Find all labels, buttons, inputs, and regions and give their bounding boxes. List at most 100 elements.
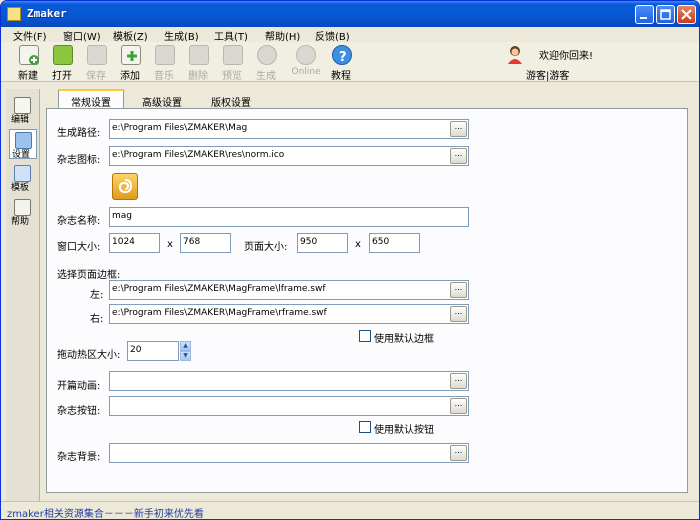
generate-icon: [257, 45, 277, 65]
save-disk-icon: [87, 45, 107, 65]
page-size-x: x: [355, 239, 361, 250]
title-bar[interactable]: Zmaker: [1, 1, 699, 27]
page-width-field[interactable]: 950: [297, 233, 348, 253]
use-default-buttons-label: 使用默认按钮: [374, 425, 434, 436]
sidebar-item-template[interactable]: 模板: [9, 163, 37, 193]
frame-right-browse-button[interactable]: ...: [450, 306, 467, 322]
mag-background-label: 杂志背景:: [57, 452, 101, 463]
tutorial-button[interactable]: ? 教程: [324, 44, 358, 82]
open-label: 打开: [52, 71, 72, 82]
generate-button[interactable]: 生成: [249, 44, 283, 82]
delete-button[interactable]: 删除: [181, 44, 215, 82]
hotzone-field[interactable]: 20: [127, 341, 179, 361]
output-path-field[interactable]: e:\Program Files\ZMAKER\Mag: [109, 119, 469, 139]
delete-label: 删除: [188, 71, 208, 82]
menu-feedback[interactable]: 反馈(B): [315, 28, 350, 43]
use-default-frame-checkbox[interactable]: [359, 330, 371, 342]
menu-help[interactable]: 帮助(H): [265, 28, 300, 43]
use-default-frame-label: 使用默认边框: [374, 334, 434, 345]
hotzone-spinner[interactable]: ▲ ▼: [180, 341, 191, 361]
intro-anim-field[interactable]: [109, 371, 469, 391]
frame-right-field[interactable]: e:\Program Files\ZMAKER\MagFrame\rframe.…: [109, 304, 469, 324]
status-bar: zmaker相关资源集合－－－新手初来优先看: [1, 501, 699, 519]
mag-name-field[interactable]: mag: [109, 207, 469, 227]
online-icon: [296, 45, 316, 65]
frame-right-label: 右:: [90, 314, 104, 325]
help-icon: ?: [332, 45, 352, 65]
tab-copyright[interactable]: 版权设置: [199, 91, 263, 109]
mag-icon-browse-button[interactable]: ...: [450, 148, 467, 164]
add-button[interactable]: 添加: [113, 44, 147, 82]
spinner-up-icon[interactable]: ▲: [180, 341, 191, 351]
mag-background-browse-button[interactable]: ...: [450, 445, 467, 461]
user-avatar-icon: [506, 45, 524, 65]
new-label: 新建: [18, 71, 38, 82]
window-width-field[interactable]: 1024: [109, 233, 160, 253]
preview-button[interactable]: 预览: [215, 44, 249, 82]
add-label: 添加: [120, 71, 140, 82]
menu-tools[interactable]: 工具(T): [214, 28, 248, 43]
sidebar-label-template: 模板: [11, 183, 30, 193]
music-button[interactable]: 音乐: [147, 44, 181, 82]
app-window: Zmaker 文件(F) 窗口(W) 模板(Z) 生成(B) 工具(T) 帮助(…: [0, 0, 700, 520]
spinner-down-icon[interactable]: ▼: [180, 351, 191, 361]
sidebar-item-help[interactable]: 帮助: [9, 197, 37, 227]
svg-text:?: ?: [339, 50, 347, 65]
mag-buttons-field[interactable]: [109, 396, 469, 416]
online-label: Online: [291, 67, 321, 77]
frame-left-browse-button[interactable]: ...: [450, 282, 467, 298]
tutorial-label: 教程: [331, 71, 351, 82]
sidebar: 编辑 设置 模板 帮助: [6, 89, 40, 501]
preview-star-icon: [223, 45, 243, 65]
music-note-icon: [155, 45, 175, 65]
open-folder-icon: [53, 45, 73, 65]
window-size-label: 窗口大小:: [57, 242, 101, 253]
sidebar-label-edit: 编辑: [11, 115, 30, 125]
mag-buttons-label: 杂志按钮:: [57, 406, 101, 417]
maximize-button[interactable]: [656, 5, 675, 24]
mag-icon-field[interactable]: e:\Program Files\ZMAKER\res\norm.ico: [109, 146, 469, 166]
status-link[interactable]: zmaker相关资源集合－－－新手初来优先看: [7, 505, 204, 519]
user-name[interactable]: 游客|游客: [526, 67, 569, 82]
save-button[interactable]: 保存: [79, 44, 113, 82]
open-button[interactable]: 打开: [45, 44, 79, 82]
page-size-label: 页面大小:: [244, 242, 288, 253]
output-path-browse-button[interactable]: ...: [450, 121, 467, 137]
menu-template[interactable]: 模板(Z): [113, 28, 148, 43]
generate-label: 生成: [256, 71, 276, 82]
sidebar-item-edit[interactable]: 编辑: [9, 95, 37, 125]
new-button[interactable]: 新建: [11, 44, 45, 82]
intro-anim-browse-button[interactable]: ...: [450, 373, 467, 389]
mag-icon-label: 杂志图标:: [57, 155, 101, 166]
sidebar-label-settings: 设置: [12, 150, 31, 160]
intro-anim-label: 开篇动画:: [57, 381, 101, 392]
mag-background-field[interactable]: [109, 443, 469, 463]
tab-advanced[interactable]: 高级设置: [130, 91, 194, 109]
sidebar-item-settings[interactable]: 设置: [9, 129, 37, 160]
page-height-field[interactable]: 650: [369, 233, 420, 253]
mag-buttons-browse-button[interactable]: ...: [450, 398, 467, 414]
tab-general[interactable]: 常规设置: [58, 89, 124, 110]
menu-bar: 文件(F) 窗口(W) 模板(Z) 生成(B) 工具(T) 帮助(H) 反馈(B…: [1, 27, 699, 43]
settings-panel: 生成路径: e:\Program Files\ZMAKER\Mag ... 杂志…: [46, 108, 688, 493]
close-icon: [681, 9, 692, 20]
menu-generate[interactable]: 生成(B): [164, 28, 199, 43]
window-height-field[interactable]: 768: [180, 233, 231, 253]
new-doc-icon: [19, 45, 39, 65]
add-page-icon: [121, 45, 141, 65]
window-title: Zmaker: [27, 7, 67, 20]
close-button[interactable]: [677, 5, 696, 24]
save-label: 保存: [86, 71, 106, 82]
tab-strip: 常规设置 高级设置 版权设置: [46, 89, 686, 110]
menu-file[interactable]: 文件(F): [13, 28, 47, 43]
mag-name-label: 杂志名称:: [57, 216, 101, 227]
menu-window[interactable]: 窗口(W): [63, 28, 101, 43]
delete-icon: [189, 45, 209, 65]
toolbar: 新建 打开 保存 添加 音乐 删除 预览 生成 Online ? 教程: [1, 42, 699, 82]
window-size-x: x: [167, 239, 173, 250]
sidebar-label-help: 帮助: [11, 217, 30, 227]
minimize-button[interactable]: [635, 5, 654, 24]
online-button[interactable]: Online: [286, 44, 326, 81]
frame-left-field[interactable]: e:\Program Files\ZMAKER\MagFrame\lframe.…: [109, 280, 469, 300]
use-default-buttons-checkbox[interactable]: [359, 421, 371, 433]
